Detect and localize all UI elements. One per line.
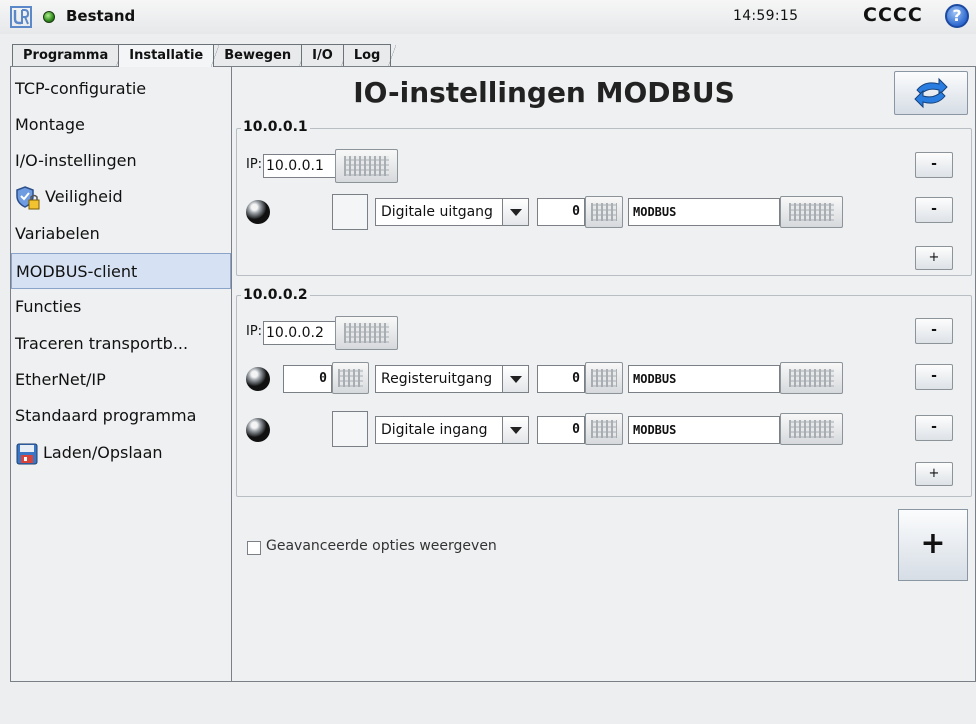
sidebar-item-mounting[interactable]: Montage xyxy=(11,107,231,143)
sidebar-item-label: Laden/Opslaan xyxy=(43,443,163,462)
sidebar-item-tcp[interactable]: TCP-configuratie xyxy=(11,71,231,107)
shield-lock-icon xyxy=(16,185,40,209)
unit-name: 10.0.0.2 xyxy=(241,287,310,303)
advanced-options-label: Geavanceerde opties weergeven xyxy=(266,538,497,554)
top-bar xyxy=(0,0,976,34)
name-keyboard-button[interactable] xyxy=(780,413,843,445)
sidebar-item-label: Variabelen xyxy=(15,224,100,243)
remove-signal-button[interactable]: - xyxy=(915,415,953,441)
signal-value-box[interactable] xyxy=(332,194,368,230)
signal-value-field[interactable]: 0 xyxy=(283,365,332,393)
remove-unit-button[interactable]: - xyxy=(915,152,953,178)
address-keyboard-button[interactable] xyxy=(585,196,623,228)
clock: 14:59:15 xyxy=(733,8,799,24)
ip-keyboard-button[interactable] xyxy=(335,316,398,350)
file-menu[interactable]: Bestand xyxy=(66,7,135,25)
tab-move[interactable]: Bewegen xyxy=(213,44,308,67)
signal-address-field[interactable]: 0 xyxy=(537,198,585,226)
sidebar-item-default-program[interactable]: Standaard programma xyxy=(11,398,231,434)
ip-address-field[interactable]: 10.0.0.1 xyxy=(263,154,337,178)
add-signal-button[interactable]: + xyxy=(915,246,953,270)
keyboard-icon xyxy=(591,369,617,387)
keyboard-icon xyxy=(338,369,363,387)
keyboard-icon xyxy=(344,323,389,343)
signal-status-icon xyxy=(246,418,270,442)
sidebar-item-label: Veiligheid xyxy=(45,187,123,206)
signal-name-field[interactable]: MODBUS xyxy=(628,416,780,444)
address-keyboard-button[interactable] xyxy=(585,413,623,445)
sidebar-item-label: I/O-instellingen xyxy=(15,151,137,170)
sidebar-item-load-save[interactable]: Laden/Opslaan xyxy=(11,435,231,471)
sidebar-item-label: Standaard programma xyxy=(15,406,197,425)
advanced-options-checkbox[interactable] xyxy=(247,541,261,555)
universal-robots-logo xyxy=(10,6,32,28)
signal-address-field[interactable]: 0 xyxy=(537,365,585,393)
ip-keyboard-button[interactable] xyxy=(335,149,398,183)
keyboard-icon xyxy=(344,156,389,176)
signal-name-field[interactable]: MODBUS xyxy=(628,198,780,226)
sidebar-item-label: Montage xyxy=(15,115,85,134)
sidebar-item-label: TCP-configuratie xyxy=(15,79,147,98)
sidebar-item-label: Functies xyxy=(15,297,82,316)
signal-type-value: Digitale uitgang xyxy=(381,204,493,220)
address-keyboard-button[interactable] xyxy=(585,362,623,394)
signal-type-select[interactable]: Digitale uitgang xyxy=(375,198,529,226)
refresh-button[interactable] xyxy=(894,71,968,115)
signal-type-value: Registeruitgang xyxy=(381,371,493,387)
keyboard-icon xyxy=(591,203,617,221)
chevron-down-icon xyxy=(502,417,528,443)
add-unit-button[interactable]: + xyxy=(898,509,968,581)
ip-prefix: IP: xyxy=(246,324,263,339)
remove-unit-button[interactable]: - xyxy=(915,318,953,344)
tab-io[interactable]: I/O xyxy=(301,44,349,67)
signal-value-box xyxy=(332,411,368,447)
robot-name: CCCC xyxy=(863,4,923,26)
signal-address-field[interactable]: 0 xyxy=(537,416,585,444)
refresh-icon xyxy=(914,77,948,109)
ip-address-field[interactable]: 10.0.0.2 xyxy=(263,321,337,345)
sidebar-item-safety[interactable]: Veiligheid xyxy=(11,179,231,215)
sidebar-item-conveyor[interactable]: Traceren transportb... xyxy=(11,326,231,362)
sidebar-item-io-setup[interactable]: I/O-instellingen xyxy=(11,143,231,179)
ip-prefix: IP: xyxy=(246,157,263,172)
signal-status-icon xyxy=(246,367,270,391)
installation-sidebar: TCP-configuratie Montage I/O-instellinge… xyxy=(10,66,232,682)
signal-name-field[interactable]: MODBUS xyxy=(628,365,780,393)
sidebar-item-modbus[interactable]: MODBUS-client xyxy=(11,253,231,289)
help-icon[interactable]: ? xyxy=(945,4,969,28)
sidebar-item-ethernet-ip[interactable]: EtherNet/IP xyxy=(11,362,231,398)
add-signal-button[interactable]: + xyxy=(915,462,953,486)
floppy-disk-icon xyxy=(16,443,38,464)
sidebar-item-features[interactable]: Functies xyxy=(11,289,231,325)
name-keyboard-button[interactable] xyxy=(780,196,843,228)
signal-status-icon xyxy=(246,200,270,224)
remove-signal-button[interactable]: - xyxy=(915,364,953,390)
name-keyboard-button[interactable] xyxy=(780,362,843,394)
robot-status-icon xyxy=(43,11,55,23)
page-title: IO-instellingen MODBUS xyxy=(353,76,735,109)
sidebar-item-variables[interactable]: Variabelen xyxy=(11,216,231,252)
keyboard-icon xyxy=(789,203,834,221)
chevron-down-icon xyxy=(502,199,528,225)
sidebar-item-label: Traceren transportb... xyxy=(15,334,189,353)
keyboard-icon xyxy=(789,369,834,387)
keyboard-icon xyxy=(591,420,617,438)
value-keyboard-button[interactable] xyxy=(332,362,369,394)
remove-signal-button[interactable]: - xyxy=(915,197,953,223)
signal-type-select[interactable]: Digitale ingang xyxy=(375,416,529,444)
signal-type-value: Digitale ingang xyxy=(381,422,488,438)
sidebar-item-label: EtherNet/IP xyxy=(15,370,106,389)
tab-log[interactable]: Log xyxy=(342,44,396,67)
signal-type-select[interactable]: Registeruitgang xyxy=(375,365,529,393)
tab-program[interactable]: Programma xyxy=(12,44,125,67)
tab-installation[interactable]: Installatie xyxy=(118,44,220,67)
chevron-down-icon xyxy=(502,366,528,392)
sidebar-item-label: MODBUS-client xyxy=(16,262,138,281)
keyboard-icon xyxy=(789,420,834,438)
unit-name: 10.0.0.1 xyxy=(241,119,310,135)
main-tabs: Programma Installatie Bewegen I/O Log xyxy=(12,44,396,67)
